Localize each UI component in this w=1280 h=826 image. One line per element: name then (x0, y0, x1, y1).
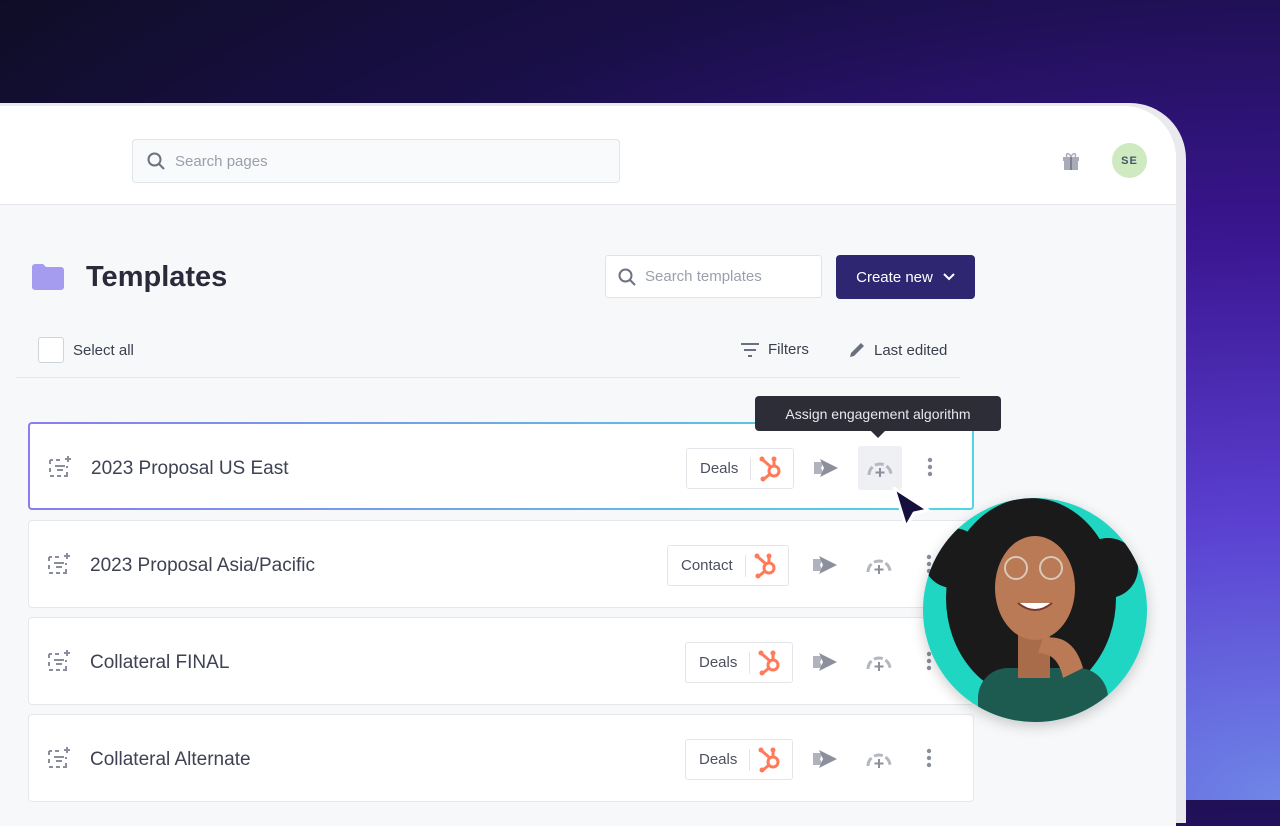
assign-algorithm-button[interactable] (857, 737, 901, 781)
pencil-icon (850, 343, 864, 357)
select-all[interactable]: Select all (38, 337, 134, 363)
divider (16, 377, 960, 378)
tag-label: Contact (668, 554, 746, 577)
tag-label: Deals (686, 748, 751, 771)
template-search-input[interactable]: Search templates (605, 255, 822, 298)
more-options-icon[interactable] (926, 457, 934, 477)
more-options-icon[interactable] (925, 748, 933, 768)
gauge-plus-icon (866, 559, 892, 574)
search-placeholder: Search templates (645, 268, 762, 285)
gauge-plus-icon (866, 753, 892, 768)
crm-tag[interactable]: Deals (685, 739, 794, 780)
gauge-plus-icon (867, 462, 893, 477)
search-icon (618, 268, 636, 286)
template-name[interactable]: 2023 Proposal Asia/Pacific (90, 555, 315, 577)
gauge-plus-icon (866, 656, 892, 671)
template-name[interactable]: Collateral FINAL (90, 652, 229, 674)
template-icon (48, 553, 70, 574)
template-icon (48, 650, 70, 671)
select-all-label: Select all (73, 341, 134, 359)
search-icon (147, 152, 165, 170)
assign-algorithm-button[interactable] (857, 543, 901, 587)
template-row[interactable]: 2023 Proposal Asia/Pacific Contact (28, 520, 974, 608)
template-row[interactable]: Collateral FINAL Deals (28, 617, 974, 705)
search-placeholder: Search pages (175, 152, 268, 170)
template-row[interactable]: Collateral Alternate Deals (28, 714, 974, 802)
page-title: Templates (86, 261, 228, 293)
app-window: Search pages SE Templates Search templat… (0, 106, 1176, 826)
tooltip: Assign engagement algorithm (755, 396, 1001, 438)
send-icon[interactable] (814, 459, 838, 477)
top-bar: Search pages SE (0, 106, 1176, 205)
avatar[interactable]: SE (1112, 143, 1147, 178)
template-name[interactable]: Collateral Alternate (90, 749, 251, 771)
hubspot-icon (746, 553, 788, 579)
crm-tag[interactable]: Deals (686, 448, 795, 489)
gift-icon[interactable] (1061, 151, 1081, 171)
send-icon[interactable] (813, 556, 837, 574)
sort-label: Last edited (874, 341, 948, 359)
chevron-down-icon (943, 273, 955, 281)
folder-icon (32, 264, 64, 290)
person-illustration (923, 498, 1138, 722)
filter-icon (741, 342, 759, 357)
send-icon[interactable] (813, 750, 837, 768)
tag-label: Deals (687, 457, 752, 480)
create-new-label: Create new (856, 268, 933, 286)
filters-label: Filters (768, 341, 809, 358)
template-icon (48, 747, 70, 768)
crm-tag[interactable]: Contact (667, 545, 789, 586)
crm-tag[interactable]: Deals (685, 642, 794, 683)
filters-button[interactable]: Filters (740, 341, 809, 358)
select-all-checkbox[interactable] (38, 337, 64, 363)
hubspot-icon (750, 650, 792, 676)
hubspot-icon (750, 747, 792, 773)
hubspot-icon (751, 456, 793, 482)
tag-label: Deals (686, 651, 751, 674)
cursor-icon (892, 486, 930, 529)
template-icon (49, 456, 71, 477)
template-row[interactable]: 2023 Proposal US East Deals (28, 422, 974, 510)
user-photo (923, 498, 1147, 722)
create-new-button[interactable]: Create new (836, 255, 975, 299)
send-icon[interactable] (813, 653, 837, 671)
sort-button[interactable]: Last edited (848, 341, 947, 359)
assign-algorithm-button[interactable] (857, 640, 901, 684)
template-name[interactable]: 2023 Proposal US East (91, 458, 289, 480)
page-search-input[interactable]: Search pages (132, 139, 620, 183)
assign-algorithm-button[interactable] (858, 446, 902, 490)
